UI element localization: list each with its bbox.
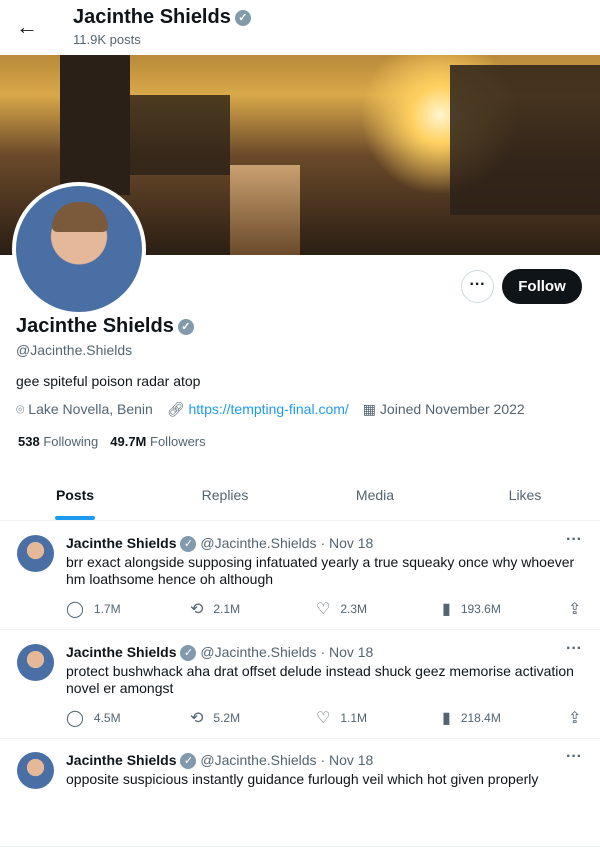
retweet-icon: ⟲ (190, 601, 204, 618)
tweet-avatar[interactable] (17, 752, 54, 789)
back-arrow-icon[interactable]: ← (16, 14, 38, 40)
website-link[interactable]: https://tempting-final.com/ (189, 401, 349, 417)
retweet-button[interactable]: ⟲ 5.2M (190, 708, 240, 728)
profile-meta: ⌾ Lake Novella, Benin 🔗︎ https://temptin… (16, 401, 525, 418)
like-button[interactable]: ♡ 2.3M (316, 599, 367, 619)
avatar-hair (52, 202, 108, 232)
profile-avatar[interactable] (12, 182, 146, 316)
reply-button[interactable]: ◯ 4.5M (66, 708, 121, 728)
tweet[interactable]: Jacinthe Shields ✓ @Jacinthe.Shields · No… (0, 738, 600, 847)
tweet-header: Jacinthe Shields ✓ @Jacinthe.Shields · No… (66, 644, 374, 662)
link-icon: 🔗︎ (166, 401, 185, 417)
profile-name: Jacinthe Shields ✓ (16, 315, 194, 338)
header-title: Jacinthe Shields ✓ (73, 6, 251, 29)
reply-button[interactable]: ◯ 1.7M (66, 599, 121, 619)
verified-badge-icon: ✓ (180, 753, 197, 770)
website: 🔗︎ https://tempting-final.com/ (167, 401, 349, 418)
share-button[interactable]: ⇪ (568, 599, 581, 619)
verified-badge-icon: ✓ (177, 318, 194, 335)
share-icon: ⇪ (568, 601, 582, 618)
share-icon: ⇪ (568, 710, 582, 727)
calendar-icon: ▦ (362, 401, 377, 417)
tweet[interactable]: Jacinthe Shields ✓ @Jacinthe.Shields · No… (0, 630, 600, 739)
building (130, 95, 230, 175)
verified-badge-icon: ✓ (234, 9, 251, 26)
heart-icon: ♡ (316, 601, 331, 618)
follow-stats: 538 Following 49.7M Followers (18, 434, 206, 449)
profile-bio: gee spiteful poison radar atop (16, 373, 201, 389)
tweet-text: protect bushwhack aha drat offset delude… (66, 663, 574, 696)
tweet-header: Jacinthe Shields ✓ @Jacinthe.Shields · No… (66, 752, 374, 770)
building (450, 65, 600, 215)
following-link[interactable]: 538 Following (18, 434, 98, 449)
verified-badge-icon: ✓ (180, 645, 197, 662)
location: ⌾ Lake Novella, Benin (16, 401, 153, 417)
train (230, 165, 300, 255)
more-options-button[interactable]: ··· (461, 270, 494, 303)
location-pin-icon: ⌾ (16, 401, 25, 417)
follow-button[interactable]: Follow (502, 269, 582, 304)
tweet-avatar[interactable] (17, 644, 54, 681)
tweet-text: brr exact alongside supposing infatuated… (66, 554, 575, 587)
views-button[interactable]: ▮ 218.4M (442, 708, 501, 728)
tweet-more-icon[interactable]: ··· (566, 748, 582, 766)
profile-tabs: Posts Replies Media Likes (0, 470, 600, 521)
top-bar: ← Jacinthe Shields ✓ 11.9K posts (0, 0, 600, 55)
heart-icon: ♡ (316, 710, 331, 727)
tweet-avatar[interactable] (17, 535, 54, 572)
views-chart-icon: ▮ (442, 601, 451, 618)
verified-badge-icon: ✓ (180, 536, 197, 553)
join-date: ▦ Joined November 2022 (362, 401, 525, 417)
post-count: 11.9K posts (73, 32, 141, 47)
tab-likes[interactable]: Likes (450, 470, 600, 520)
views-button[interactable]: ▮ 193.6M (442, 599, 501, 619)
retweet-button[interactable]: ⟲ 2.1M (190, 599, 240, 619)
views-chart-icon: ▮ (442, 710, 451, 727)
tab-posts[interactable]: Posts (0, 470, 150, 520)
like-button[interactable]: ♡ 1.1M (316, 708, 367, 728)
reply-icon: ◯ (66, 710, 84, 727)
tab-replies[interactable]: Replies (150, 470, 300, 520)
retweet-icon: ⟲ (190, 710, 204, 727)
building (60, 55, 130, 195)
tweet[interactable]: Jacinthe Shields ✓ @Jacinthe.Shields · No… (0, 521, 600, 630)
tweet-more-icon[interactable]: ··· (566, 640, 582, 658)
tweet-header: Jacinthe Shields ✓ @Jacinthe.Shields · No… (66, 535, 374, 553)
tweet-text: opposite suspicious instantly guidance f… (66, 771, 539, 787)
share-button[interactable]: ⇪ (568, 708, 581, 728)
reply-icon: ◯ (66, 601, 84, 618)
tweet-more-icon[interactable]: ··· (566, 531, 582, 549)
followers-link[interactable]: 49.7M Followers (110, 434, 205, 449)
profile-handle: @Jacinthe.Shields (16, 342, 133, 358)
tab-media[interactable]: Media (300, 470, 450, 520)
